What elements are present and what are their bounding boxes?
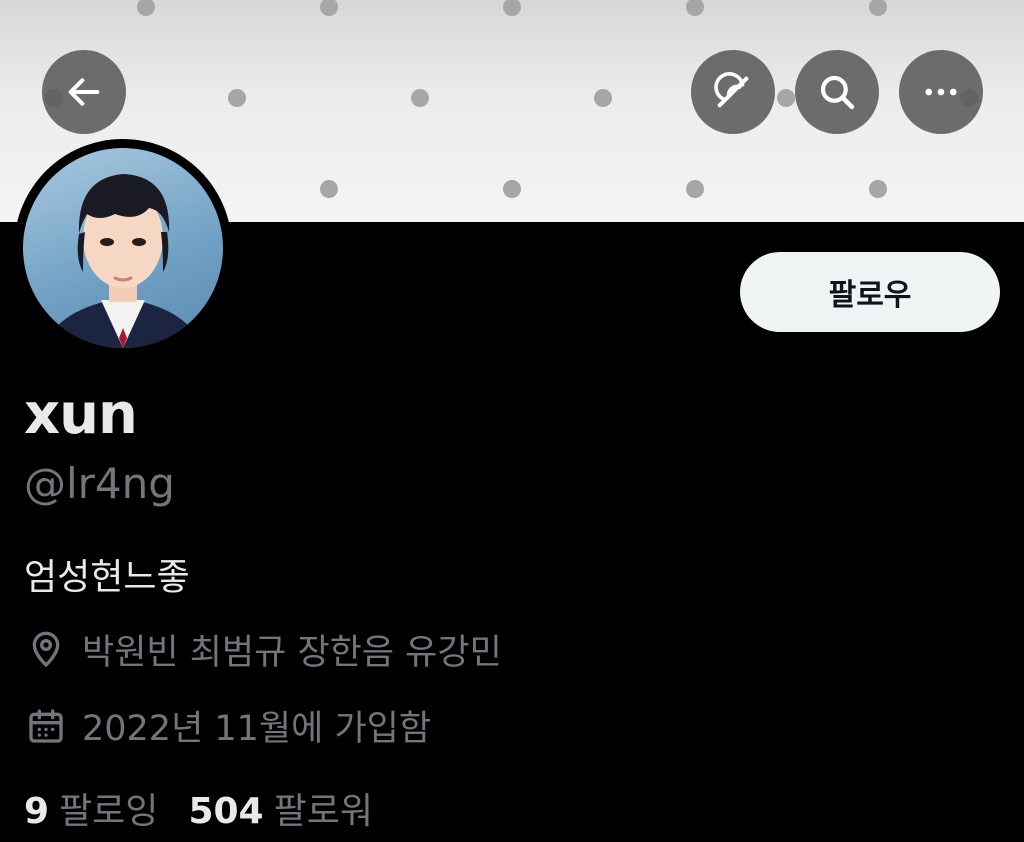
followers-link[interactable]: 504 팔로워	[188, 782, 373, 834]
following-count: 9	[24, 791, 50, 832]
banner-dot	[228, 89, 246, 107]
location-pin-icon	[24, 628, 68, 672]
banner-dot	[503, 180, 521, 198]
display-name: xun	[24, 382, 138, 447]
join-date-text: 2022년 11월에 가입함	[82, 709, 432, 749]
username-handle: @lr4ng	[24, 459, 175, 508]
banner-dot	[869, 180, 887, 198]
more-button[interactable]	[899, 50, 983, 134]
banner-dot	[137, 0, 155, 16]
avatar[interactable]	[14, 139, 232, 357]
profile-bio: 엄성현느좋	[24, 557, 190, 598]
avatar-image	[23, 148, 223, 348]
search-icon	[820, 75, 855, 110]
banner-dot	[686, 0, 704, 16]
join-date-row: 2022년 11월에 가입함	[24, 700, 431, 751]
location-row: 박원빈 최범규 장한음 유강민	[24, 624, 502, 675]
arrow-left-icon	[68, 78, 100, 106]
banner-dot	[320, 0, 338, 16]
grok-icon	[714, 72, 749, 108]
search-button[interactable]	[795, 50, 879, 134]
location-text: 박원빈 최범규 장한음 유강민	[82, 633, 502, 673]
back-button[interactable]	[42, 50, 126, 134]
banner-dot	[686, 180, 704, 198]
banner-dot	[411, 89, 429, 107]
banner-dot	[594, 89, 612, 107]
banner-dot	[777, 89, 795, 107]
more-horizontal-icon	[925, 88, 957, 96]
following-label: 팔로잉	[59, 791, 159, 832]
followers-count: 504	[188, 791, 264, 832]
grok-button[interactable]	[691, 50, 775, 134]
banner-dot	[869, 0, 887, 16]
followers-label: 팔로워	[273, 791, 373, 832]
calendar-icon	[24, 704, 68, 748]
follow-stats: 9 팔로잉 504 팔로워	[24, 782, 403, 834]
banner-dot	[503, 0, 521, 16]
follow-button[interactable]: 팔로우	[740, 252, 1000, 332]
banner-dot	[320, 180, 338, 198]
person-portrait-icon	[43, 174, 203, 348]
following-link[interactable]: 9 팔로잉	[24, 782, 158, 834]
